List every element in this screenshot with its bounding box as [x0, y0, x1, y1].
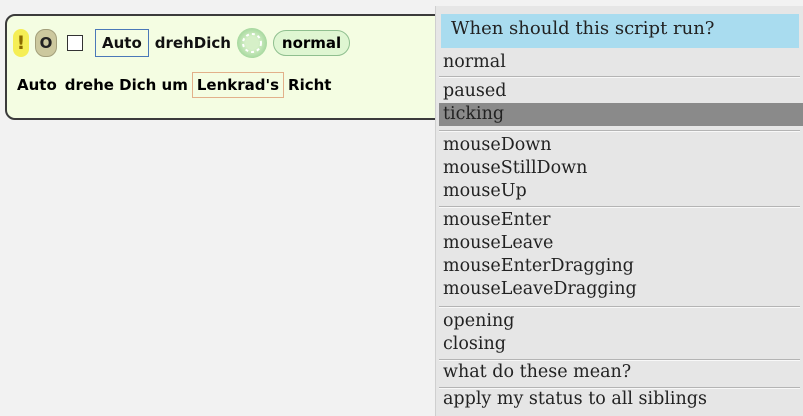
status-toggle-button[interactable]: O [35, 29, 57, 57]
script-statement-row: Auto drehe Dich um Lenkrad's Richt [13, 71, 336, 99]
statement-verb-tile[interactable]: drehe Dich um [60, 72, 192, 98]
status-pill-button[interactable]: normal [272, 30, 351, 56]
menu-separator [439, 306, 800, 308]
menu-item-apply-to-siblings[interactable]: apply my status to all siblings [443, 388, 707, 411]
menu-separator [439, 130, 800, 132]
menu-separator [439, 76, 800, 78]
statement-argument-tile[interactable]: Lenkrad's [191, 72, 285, 98]
script-checkbox[interactable] [67, 35, 83, 51]
menu-bang-button[interactable]: ! [13, 29, 29, 57]
menu-item-normal[interactable]: normal [443, 51, 506, 74]
object-name-tile[interactable]: Auto [95, 29, 149, 57]
script-editor: ! O Auto drehDich normal Auto drehe Dich… [5, 14, 445, 120]
statement-receiver-tile[interactable]: Auto [13, 72, 61, 98]
menu-item-mousestilldown[interactable]: mouseStillDown [443, 157, 587, 180]
menu-item-mousedown[interactable]: mouseDown [443, 134, 552, 157]
menu-item-mouseenterdragging[interactable]: mouseEnterDragging [443, 255, 634, 278]
script-name-label[interactable]: drehDich [155, 34, 231, 52]
menu-item-mouseenter[interactable]: mouseEnter [443, 209, 551, 232]
menu-title: When should this script run? [441, 14, 799, 48]
menu-item-ticking[interactable]: ticking [439, 103, 803, 126]
menu-item-opening[interactable]: opening [443, 310, 514, 333]
menu-item-paused[interactable]: paused [443, 80, 506, 103]
script-status-menu: When should this script run? normal paus… [435, 6, 803, 416]
menu-item-mouseup[interactable]: mouseUp [443, 180, 527, 203]
clock-icon[interactable] [236, 28, 267, 58]
status-symbol: O [39, 34, 53, 52]
menu-item-mouseleavedragging[interactable]: mouseLeaveDragging [443, 278, 637, 301]
menu-item-what-do-these-mean[interactable]: what do these mean? [443, 361, 631, 384]
script-header-row: ! O Auto drehDich normal [13, 28, 351, 58]
menu-separator [439, 206, 800, 208]
menu-item-mouseleave[interactable]: mouseLeave [443, 232, 553, 255]
menu-item-closing[interactable]: closing [443, 333, 506, 356]
statement-rest-tile[interactable]: Richt [284, 72, 336, 98]
